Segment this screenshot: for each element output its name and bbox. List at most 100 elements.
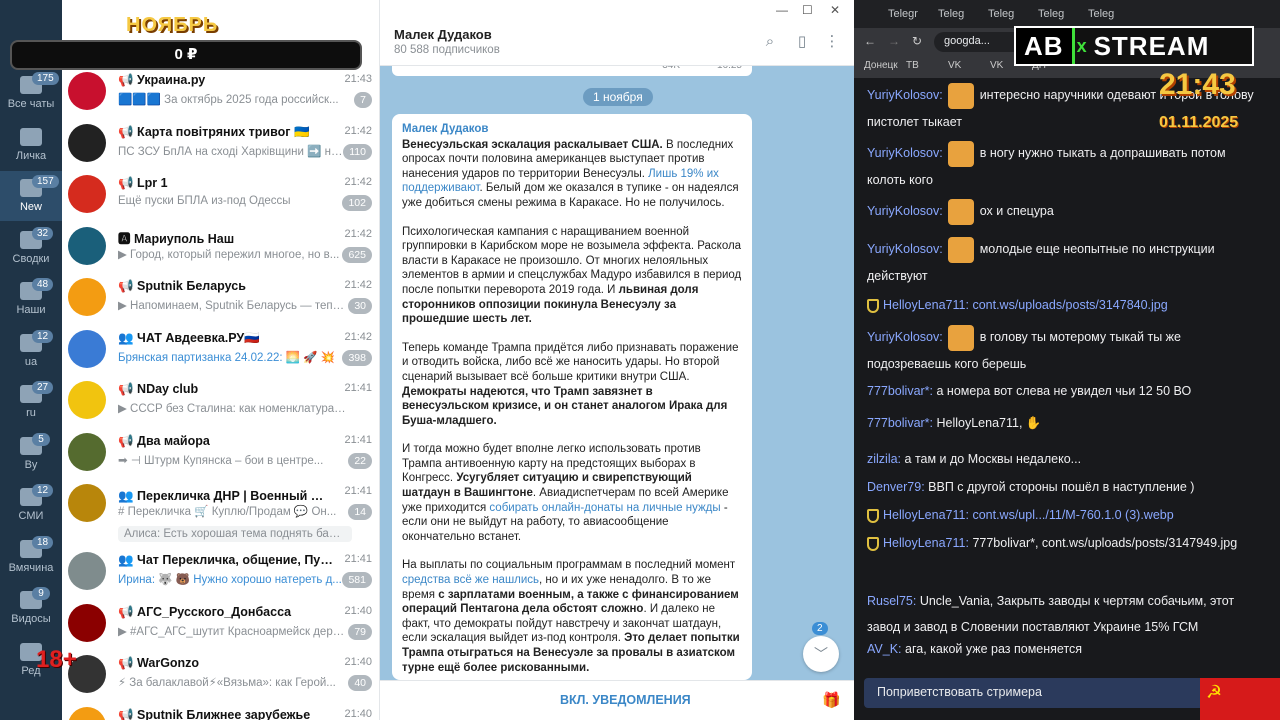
chat-row[interactable]: 🅰 Мариуполь Наш 21:42 ▶ Город, который пер… bbox=[62, 221, 379, 272]
enable-notifications-button[interactable]: ВКЛ. УВЕДОМЛЕНИЯ bbox=[560, 693, 691, 707]
folder-unread-badge: 12 bbox=[32, 329, 54, 343]
chat-row[interactable]: 👥 Чат Перекличка, общение, Путиловк... 21… bbox=[62, 546, 379, 597]
chat-username[interactable]: 777bolivar*: bbox=[867, 416, 933, 430]
chat-preview: ▶ Напоминаем, Sputnik Беларусь — тепе... bbox=[118, 300, 346, 312]
chat-username[interactable]: YuriyKolosov: bbox=[867, 242, 943, 256]
folder-3[interactable]: Сводки 32 bbox=[0, 223, 62, 273]
scroll-down-button[interactable]: ﹀ bbox=[803, 636, 839, 672]
folder-6[interactable]: ru 27 bbox=[0, 377, 62, 427]
chat-username[interactable]: Denver79: bbox=[867, 480, 925, 494]
chat-title: 🅰 Мариуполь Наш bbox=[118, 231, 235, 246]
folder-unread-badge: 18 bbox=[32, 535, 54, 549]
browser-tab[interactable]: Telegr bbox=[882, 4, 924, 26]
chat-time: 21:43 bbox=[344, 73, 372, 85]
chat-row[interactable]: 📢 Два майора 21:41 ➡ ⊣ Штурм Купянска – бо… bbox=[62, 427, 379, 478]
folder-1[interactable]: Личка bbox=[0, 120, 62, 170]
age-rating-badge: 18+ bbox=[36, 646, 77, 673]
maximize-icon[interactable]: ☐ bbox=[802, 3, 813, 17]
chat-preview: ▶ #АГС_АГС_шутит Красноармейск держ... bbox=[118, 625, 346, 638]
chat-username[interactable]: zilzila: bbox=[867, 452, 901, 466]
back-icon[interactable]: ← bbox=[864, 34, 876, 48]
chat-row[interactable]: 📢 Украина.ру 21:43 🟦🟦🟦 За октябрь 2025 год… bbox=[62, 66, 379, 117]
folder-9[interactable]: Вмячина 18 bbox=[0, 532, 62, 582]
folder-10[interactable]: Видосы 9 bbox=[0, 583, 62, 633]
chat-title: 📢 Карта повітряних тривог 🇺🇦 bbox=[118, 124, 310, 139]
chat-username[interactable]: YuriyKolosov: bbox=[867, 146, 943, 160]
chat-text[interactable]: cont.ws/uploads/posts/3147840.jpg bbox=[972, 298, 1167, 312]
chat-avatar bbox=[68, 278, 106, 316]
chat-message: 777bolivar*: HelloyLena711, ✋ bbox=[867, 410, 1262, 436]
chat-message: YuriyKolosov: ох и спецура bbox=[867, 198, 1262, 225]
folder-5[interactable]: ua 12 bbox=[0, 326, 62, 376]
chat-username[interactable]: YuriyKolosov: bbox=[867, 204, 943, 218]
folder-label: Видосы bbox=[11, 613, 51, 625]
chat-row[interactable]: 📢 WarGonzo 21:40 ⚡ За балаклавой⚡«Вязьма»:… bbox=[62, 649, 379, 700]
post-author[interactable]: Малек Дудаков bbox=[402, 122, 742, 137]
chat-time: 21:41 bbox=[344, 382, 372, 394]
browser-tab[interactable]: Teleg bbox=[982, 4, 1020, 26]
browser-tab[interactable]: Teleg bbox=[1082, 4, 1120, 26]
chat-username[interactable]: HelloyLena711: bbox=[883, 298, 969, 312]
unread-count: 398 bbox=[342, 349, 372, 366]
close-icon[interactable]: ✕ bbox=[830, 3, 840, 17]
unread-count: 7 bbox=[354, 92, 372, 108]
chat-row[interactable]: 📢 Sputnik Беларусь 21:42 ▶ Напоминаем, Spu… bbox=[62, 272, 379, 323]
post-paragraph-2: Психологическая кампания с наращиванием … bbox=[402, 225, 742, 327]
bookmark-item[interactable]: VK bbox=[990, 60, 1003, 71]
chat-username[interactable]: AV_K: bbox=[867, 642, 902, 656]
emote-icon bbox=[948, 236, 975, 263]
reload-icon[interactable]: ↻ bbox=[912, 34, 922, 48]
logo-text: AB bbox=[1016, 28, 1075, 64]
folder-unread-badge: 157 bbox=[32, 175, 59, 188]
browser-tab[interactable]: Teleg bbox=[1032, 4, 1070, 26]
emote-icon bbox=[948, 140, 975, 167]
stream-logo: AB x STREAM bbox=[1014, 26, 1254, 66]
post-text: Теперь команде Трампа придётся либо приз… bbox=[402, 341, 739, 383]
more-menu-icon[interactable]: ⋮ bbox=[824, 34, 840, 50]
chat-username[interactable]: 777bolivar*: bbox=[867, 384, 933, 398]
search-icon[interactable]: ⌕ bbox=[762, 34, 778, 50]
gift-icon[interactable]: 🎁 bbox=[822, 691, 841, 709]
bookmark-item[interactable]: VK bbox=[948, 60, 961, 71]
sidebar-toggle-icon[interactable]: ▯ bbox=[794, 34, 810, 50]
unread-count: 625 bbox=[342, 246, 372, 263]
chat-username[interactable]: YuriyKolosov: bbox=[867, 88, 943, 102]
chat-row[interactable]: 👥 ЧАТ Авдеевка.РУ🇷🇺 21:42 Брянская партиза… bbox=[62, 324, 379, 375]
bookmark-item[interactable]: Донецк bbox=[864, 60, 898, 71]
chat-text[interactable]: cont.ws/upl.../11/M-760.1.0 (3).webp bbox=[972, 508, 1173, 522]
chat-username[interactable]: HelloyLena711: bbox=[883, 536, 969, 550]
chat-username[interactable]: YuriyKolosov: bbox=[867, 330, 943, 344]
post-link[interactable]: средства всё же нашлись bbox=[402, 574, 539, 586]
chat-time: 21:41 bbox=[344, 485, 372, 497]
folder-2[interactable]: New 157 bbox=[0, 171, 62, 221]
folder-4[interactable]: Наши 48 bbox=[0, 274, 62, 324]
folder-7[interactable]: By 5 bbox=[0, 429, 62, 479]
folder-label: Вмячина bbox=[8, 561, 54, 574]
chat-row[interactable]: 📢 АГС_Русского_Донбасса 21:40 ▶ #АГС_АГС_ш… bbox=[62, 598, 379, 649]
folder-0[interactable]: Все чаты 175 bbox=[0, 68, 62, 118]
folder-8[interactable]: СМИ 12 bbox=[0, 480, 62, 530]
bookmark-item[interactable]: ТВ bbox=[906, 60, 919, 71]
minimize-icon[interactable]: — bbox=[776, 3, 788, 17]
chat-row[interactable]: 📢 Sputnik Ближнее зарубежье 21:40 bbox=[62, 701, 379, 720]
chat-row[interactable]: 📢 Lpr 1 21:42 Ещё пуски БПЛА из-под Одессы… bbox=[62, 169, 379, 220]
chat-username[interactable]: HelloyLena711: bbox=[883, 508, 969, 522]
stream-chat-feed: YuriyKolosov: интересно наручники одеваю… bbox=[854, 78, 1280, 678]
chat-title: 👥 Перекличка ДНР | Военный Ⓩ Доне... bbox=[118, 489, 333, 503]
stream-clock: 21:43 bbox=[1159, 68, 1236, 101]
chat-text: а там и до Москвы недалеко... bbox=[904, 452, 1082, 466]
chat-title: 📢 NDay club bbox=[118, 382, 199, 396]
channel-header[interactable]: Малек Дудаков 80 588 подписчиков ⌕ ▯ ⋮ —… bbox=[380, 0, 854, 66]
chat-username[interactable]: Rusel75: bbox=[867, 594, 916, 608]
folder-unread-badge: 9 bbox=[32, 587, 50, 600]
chat-text: Uncle_Vania, Закрыть заводы к чертям соб… bbox=[867, 594, 1235, 634]
forward-icon[interactable]: → bbox=[888, 34, 900, 48]
chat-row[interactable]: 👥 Перекличка ДНР | Военный Ⓩ Доне... 21:4… bbox=[62, 478, 379, 548]
chat-row[interactable]: 📢 NDay club 21:41 ▶ СССР без Сталина: как … bbox=[62, 375, 379, 426]
chat-row[interactable]: 📢 Карта повітряних тривог 🇺🇦 21:42 ПС ЗСУ … bbox=[62, 118, 379, 169]
unread-count: 14 bbox=[348, 504, 372, 520]
chat-message: Rusel75: Uncle_Vania, Закрыть заводы к ч… bbox=[867, 588, 1262, 640]
chat-avatar bbox=[68, 432, 106, 471]
browser-tab[interactable]: Teleg bbox=[932, 4, 970, 26]
post-link[interactable]: собирать онлайн-донаты на личные нужды bbox=[489, 502, 720, 514]
